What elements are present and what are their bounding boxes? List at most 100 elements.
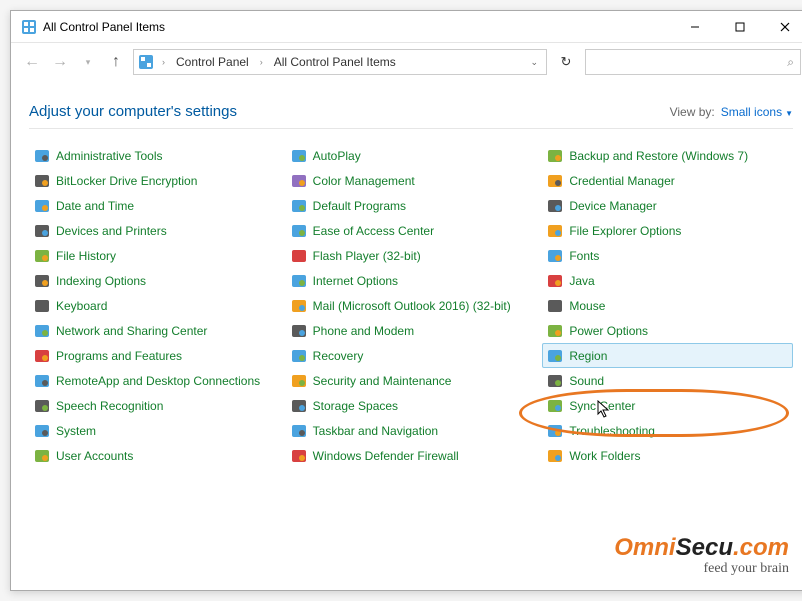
forward-button[interactable]: →: [49, 51, 71, 73]
explorer-opts-icon: [547, 223, 563, 239]
breadcrumb-all-items[interactable]: All Control Panel Items: [271, 53, 399, 71]
item-bitlocker[interactable]: BitLocker Drive Encryption: [29, 168, 280, 193]
item-default-programs[interactable]: Default Programs: [286, 193, 537, 218]
item-label: Mouse: [569, 299, 605, 313]
color-mgmt-icon: [291, 173, 307, 189]
troubleshoot-icon: [547, 423, 563, 439]
item-explorer-opts[interactable]: File Explorer Options: [542, 218, 793, 243]
item-system[interactable]: System: [29, 418, 280, 443]
item-defender[interactable]: Windows Defender Firewall: [286, 443, 537, 468]
device-mgr-icon: [547, 198, 563, 214]
minimize-button[interactable]: [672, 12, 717, 42]
view-by-dropdown[interactable]: Small icons▼: [721, 105, 793, 119]
item-region[interactable]: Region: [542, 343, 793, 368]
item-recovery[interactable]: Recovery: [286, 343, 537, 368]
item-phone-modem[interactable]: Phone and Modem: [286, 318, 537, 343]
item-device-mgr[interactable]: Device Manager: [542, 193, 793, 218]
item-label: BitLocker Drive Encryption: [56, 174, 197, 188]
item-label: File Explorer Options: [569, 224, 681, 238]
recovery-icon: [291, 348, 307, 364]
item-label: Mail (Microsoft Outlook 2016) (32-bit): [313, 299, 511, 313]
item-troubleshoot[interactable]: Troubleshooting: [542, 418, 793, 443]
address-dropdown[interactable]: ⌄: [526, 57, 542, 68]
item-fonts[interactable]: Fonts: [542, 243, 793, 268]
bitlocker-icon: [34, 173, 50, 189]
item-sync[interactable]: Sync Center: [542, 393, 793, 418]
item-security[interactable]: Security and Maintenance: [286, 368, 537, 393]
defender-icon: [291, 448, 307, 464]
page-title: Adjust your computer's settings: [29, 103, 670, 120]
item-sound[interactable]: Sound: [542, 368, 793, 393]
item-label: Devices and Printers: [56, 224, 167, 238]
item-programs-features[interactable]: Programs and Features: [29, 343, 280, 368]
breadcrumb-control-panel[interactable]: Control Panel: [173, 53, 252, 71]
item-devices-printers[interactable]: Devices and Printers: [29, 218, 280, 243]
fonts-icon: [547, 248, 563, 264]
item-file-history[interactable]: File History: [29, 243, 280, 268]
item-label: Backup and Restore (Windows 7): [569, 149, 748, 163]
default-programs-icon: [291, 198, 307, 214]
item-label: Color Management: [313, 174, 415, 188]
indexing-icon: [34, 273, 50, 289]
item-label: Java: [569, 274, 594, 288]
refresh-button[interactable]: ↻: [553, 49, 579, 75]
item-credential[interactable]: Credential Manager: [542, 168, 793, 193]
item-remoteapp[interactable]: RemoteApp and Desktop Connections: [29, 368, 280, 393]
item-label: Taskbar and Navigation: [313, 424, 438, 438]
item-keyboard[interactable]: Keyboard: [29, 293, 280, 318]
up-button[interactable]: ↑: [105, 51, 127, 73]
item-label: Windows Defender Firewall: [313, 449, 459, 463]
item-flash[interactable]: Flash Player (32-bit): [286, 243, 537, 268]
address-box[interactable]: › Control Panel › All Control Panel Item…: [133, 49, 547, 75]
item-label: Administrative Tools: [56, 149, 163, 163]
maximize-button[interactable]: [717, 12, 762, 42]
item-autoplay[interactable]: AutoPlay: [286, 143, 537, 168]
item-label: Recovery: [313, 349, 364, 363]
item-indexing[interactable]: Indexing Options: [29, 268, 280, 293]
chevron-right-icon: ›: [258, 57, 265, 67]
backup-icon: [547, 148, 563, 164]
sound-icon: [547, 373, 563, 389]
item-mouse[interactable]: Mouse: [542, 293, 793, 318]
devices-printers-icon: [34, 223, 50, 239]
mouse-icon: [547, 298, 563, 314]
item-label: Troubleshooting: [569, 424, 655, 438]
item-label: Credential Manager: [569, 174, 674, 188]
content-area: Adjust your computer's settings View by:…: [11, 81, 802, 468]
item-user-accounts[interactable]: User Accounts: [29, 443, 280, 468]
item-date-time[interactable]: Date and Time: [29, 193, 280, 218]
item-work-folders[interactable]: Work Folders: [542, 443, 793, 468]
item-java[interactable]: Java: [542, 268, 793, 293]
close-button[interactable]: [762, 12, 802, 42]
flash-icon: [291, 248, 307, 264]
divider: [29, 128, 793, 129]
item-label: File History: [56, 249, 116, 263]
item-power[interactable]: Power Options: [542, 318, 793, 343]
watermark: OmniSecu.com feed your brain: [614, 536, 789, 576]
item-speech[interactable]: Speech Recognition: [29, 393, 280, 418]
item-network-sharing[interactable]: Network and Sharing Center: [29, 318, 280, 343]
item-taskbar[interactable]: Taskbar and Navigation: [286, 418, 537, 443]
programs-features-icon: [34, 348, 50, 364]
item-ease-access[interactable]: Ease of Access Center: [286, 218, 537, 243]
keyboard-icon: [34, 298, 50, 314]
sync-icon: [547, 398, 563, 414]
storage-icon: [291, 398, 307, 414]
item-label: Fonts: [569, 249, 599, 263]
item-internet[interactable]: Internet Options: [286, 268, 537, 293]
item-backup[interactable]: Backup and Restore (Windows 7): [542, 143, 793, 168]
recent-dropdown[interactable]: ▾: [77, 51, 99, 73]
item-label: Storage Spaces: [313, 399, 398, 413]
search-icon: ⌕: [787, 55, 794, 70]
item-label: System: [56, 424, 96, 438]
back-button[interactable]: ←: [21, 51, 43, 73]
address-bar: ← → ▾ ↑ › Control Panel › All Control Pa…: [11, 43, 802, 81]
search-input[interactable]: ⌕: [585, 49, 801, 75]
item-storage[interactable]: Storage Spaces: [286, 393, 537, 418]
item-color-mgmt[interactable]: Color Management: [286, 168, 537, 193]
item-admin-tools[interactable]: Administrative Tools: [29, 143, 280, 168]
security-icon: [291, 373, 307, 389]
item-mail[interactable]: Mail (Microsoft Outlook 2016) (32-bit): [286, 293, 537, 318]
view-by-label: View by:: [670, 105, 715, 119]
item-label: RemoteApp and Desktop Connections: [56, 374, 260, 388]
